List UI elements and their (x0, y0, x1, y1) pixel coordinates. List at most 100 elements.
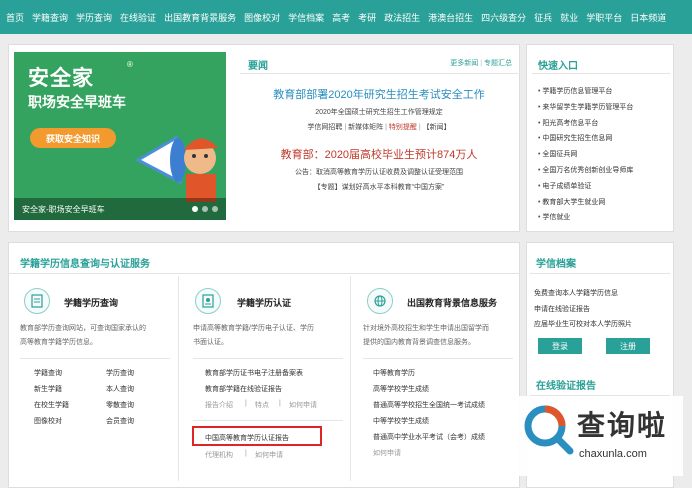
nav-degree-query[interactable]: 学历查询 (76, 11, 112, 24)
magnifier-logo-icon (524, 405, 574, 455)
column-description: 教育部学历查询网站，可查询国家承认的 高等教育学籍学历信息。 (20, 325, 146, 346)
list-item[interactable]: 全国征兵网 (538, 147, 633, 163)
list-item[interactable]: 免费查询本人学籍学历信息 (534, 286, 632, 302)
link-separator: | (245, 400, 247, 407)
list-item[interactable]: 教育部大学生就业网 (538, 195, 633, 211)
nav-cet-score[interactable]: 四六级查分 (481, 11, 526, 24)
list-item[interactable]: 电子成绩单验证 (538, 179, 633, 195)
current-student-link[interactable]: 在校生学籍 (34, 400, 69, 410)
topics-link[interactable]: 专题汇总 (484, 60, 512, 67)
features-link[interactable]: 特点 (255, 400, 269, 410)
online-verify-report-link[interactable]: 教育部学籍在线验证报告 (205, 384, 282, 394)
nav-online-verify[interactable]: 在线验证 (120, 11, 156, 24)
list-item[interactable]: 学籍学历信息管理平台 (538, 84, 633, 100)
services-title: 学籍学历信息查询与认证服务 (20, 259, 150, 270)
how-to-apply-link[interactable]: 如何申请 (255, 450, 283, 460)
nav-archive[interactable]: 学信档案 (288, 11, 324, 24)
nav-japan-channel[interactable]: 日本频道 (630, 11, 666, 24)
news-links: 更多新闻 | 专题汇总 (450, 58, 512, 68)
list-item[interactable]: 应届毕业生可校对本人学历照片 (534, 317, 632, 333)
nav-law-admission[interactable]: 政法招生 (384, 11, 420, 24)
column-description: 针对境外高校招生和学生申请出国留学而 提供的国内教育背景调查信息服务。 (363, 325, 489, 346)
nav-home[interactable]: 首页 (6, 11, 24, 24)
carousel-dot[interactable] (192, 206, 198, 212)
how-to-apply-link[interactable]: 如何申请 (373, 448, 401, 458)
agency-link[interactable]: 代理机构 (205, 450, 233, 460)
gaokao-scores-link[interactable]: 普通高等学校招生全国统一考试成绩 (373, 400, 485, 410)
services-header: 学籍学历信息查询与认证服务 (8, 248, 520, 274)
news-line[interactable]: 2020年全国硕士研究生招生工作管理规定 (240, 107, 518, 117)
verify-header: 在线验证报告 (530, 370, 670, 396)
column-description: 申请高等教育学籍/学历电子认证、学历 书面认证。 (193, 325, 314, 346)
quick-entry-header: 快速入口 (532, 52, 670, 74)
more-news-link[interactable]: 更多新闻 (450, 60, 478, 67)
verify-title: 在线验证报告 (536, 381, 596, 392)
nav-conscription[interactable]: 征兵 (534, 11, 552, 24)
special-reminder-link[interactable]: 特别提醒 (389, 124, 417, 131)
service-column-certification: 学籍学历认证 申请高等教育学籍/学历电子认证、学历 书面认证。 教育部学历证书电… (178, 276, 350, 481)
image-check-link[interactable]: 图像校对 (34, 416, 62, 426)
globe-doc-icon (367, 288, 393, 314)
watermark-name: 查询啦 (577, 410, 668, 441)
new-student-link[interactable]: 新生学籍 (34, 384, 62, 394)
watermark-url: chaxunla.com (579, 448, 647, 460)
nav-enrollment-query[interactable]: 学籍查询 (32, 11, 68, 24)
jobs-link[interactable]: 学信网招聘 (307, 124, 342, 131)
nav-postgrad[interactable]: 考研 (358, 11, 376, 24)
casual-query-link[interactable]: 零散查询 (106, 400, 134, 410)
top-nav: 首页 学籍查询 学历查询 在线验证 出国教育背景服务 图像校对 学信档案 高考 … (0, 0, 692, 34)
list-item[interactable]: 来华留学生学籍学历管理平台 (538, 100, 633, 116)
secondary-scores-link[interactable]: 中等学校学生成绩 (373, 416, 429, 426)
list-item[interactable]: 学信就业 (538, 210, 633, 226)
news-header: 要闻 更多新闻 | 专题汇总 (240, 52, 518, 74)
headline-link[interactable]: 教育部部署2020年研究生招生考试安全工作 (240, 86, 518, 102)
list-item[interactable]: 中国研究生招生信息网 (538, 131, 633, 147)
quick-entry-title: 快速入口 (538, 61, 578, 72)
login-button[interactable]: 登录 (538, 338, 582, 354)
divider (193, 358, 343, 359)
banner-slogan: 职场安全早班车 (28, 94, 126, 110)
banner-cta-button[interactable]: 获取安全知识 (30, 128, 116, 148)
link-separator: | (279, 400, 281, 407)
carousel-dot[interactable] (212, 206, 218, 212)
enrollment-query-link[interactable]: 学籍查询 (34, 368, 62, 378)
divider (20, 358, 170, 359)
member-query-link[interactable]: 会员查询 (106, 416, 134, 426)
nav-overseas-service[interactable]: 出国教育背景服务 (164, 11, 236, 24)
list-item[interactable]: 阳光高考信息平台 (538, 116, 633, 132)
nav-gaokao[interactable]: 高考 (332, 11, 350, 24)
registration-record-link[interactable]: 教育部学历证书电子注册备案表 (205, 368, 303, 378)
nav-hmt-admission[interactable]: 港澳台招生 (428, 11, 473, 24)
list-item[interactable]: 申请在线验证报告 (534, 302, 632, 318)
report-intro-link[interactable]: 报告介绍 (205, 400, 233, 410)
list-item[interactable]: 全国万名优秀创新创业导师库 (538, 163, 633, 179)
media-matrix-link[interactable]: 新媒体矩阵 (348, 124, 383, 131)
secondary-education-link[interactable]: 中等教育学历 (373, 368, 415, 378)
service-column-overseas: 出国教育背景信息服务 针对境外高校招生和学生申请出国留学而 提供的国内教育背景调… (350, 276, 520, 481)
column-title: 学籍学历查询 (64, 298, 119, 308)
news-line[interactable]: 公告：取消高等教育学历认证收费及调整认证受理范围 (240, 167, 518, 177)
column-title: 出国教育背景信息服务 (407, 298, 498, 308)
promo-banner[interactable]: 安全家 ® 职场安全早班车 获取安全知识 安全家-职场安全早班车 (14, 52, 226, 220)
college-scores-link[interactable]: 高等学校学生成绩 (373, 384, 429, 394)
news-title: 要闻 (248, 61, 268, 72)
how-to-apply-link[interactable]: 如何申请 (289, 400, 317, 410)
news-tag-link[interactable]: 【新闻】 (423, 124, 451, 131)
nav-career-platform[interactable]: 学职平台 (586, 11, 622, 24)
quick-entry-list: 学籍学历信息管理平台 来华留学生学籍学历管理平台 阳光高考信息平台 中国研究生招… (538, 84, 633, 226)
divider (193, 420, 343, 421)
link-separator: | (245, 450, 247, 457)
column-title: 学籍学历认证 (237, 298, 292, 308)
nav-image-check[interactable]: 图像校对 (244, 11, 280, 24)
certificate-icon (195, 288, 221, 314)
carousel-dots (192, 206, 218, 212)
nav-employment[interactable]: 就业 (560, 11, 578, 24)
document-icon (24, 288, 50, 314)
huikao-scores-link[interactable]: 普通高中学业水平考试（会考）成绩 (373, 432, 485, 442)
register-button[interactable]: 注册 (606, 338, 650, 354)
self-query-link[interactable]: 本人查询 (106, 384, 134, 394)
headline-link[interactable]: 教育部：2020届高校毕业生预计874万人 (240, 146, 518, 162)
carousel-dot[interactable] (202, 206, 208, 212)
news-line[interactable]: 【专题】谋划好高水平本科教育“中国方案” (240, 182, 518, 192)
degree-query-link[interactable]: 学历查询 (106, 368, 134, 378)
